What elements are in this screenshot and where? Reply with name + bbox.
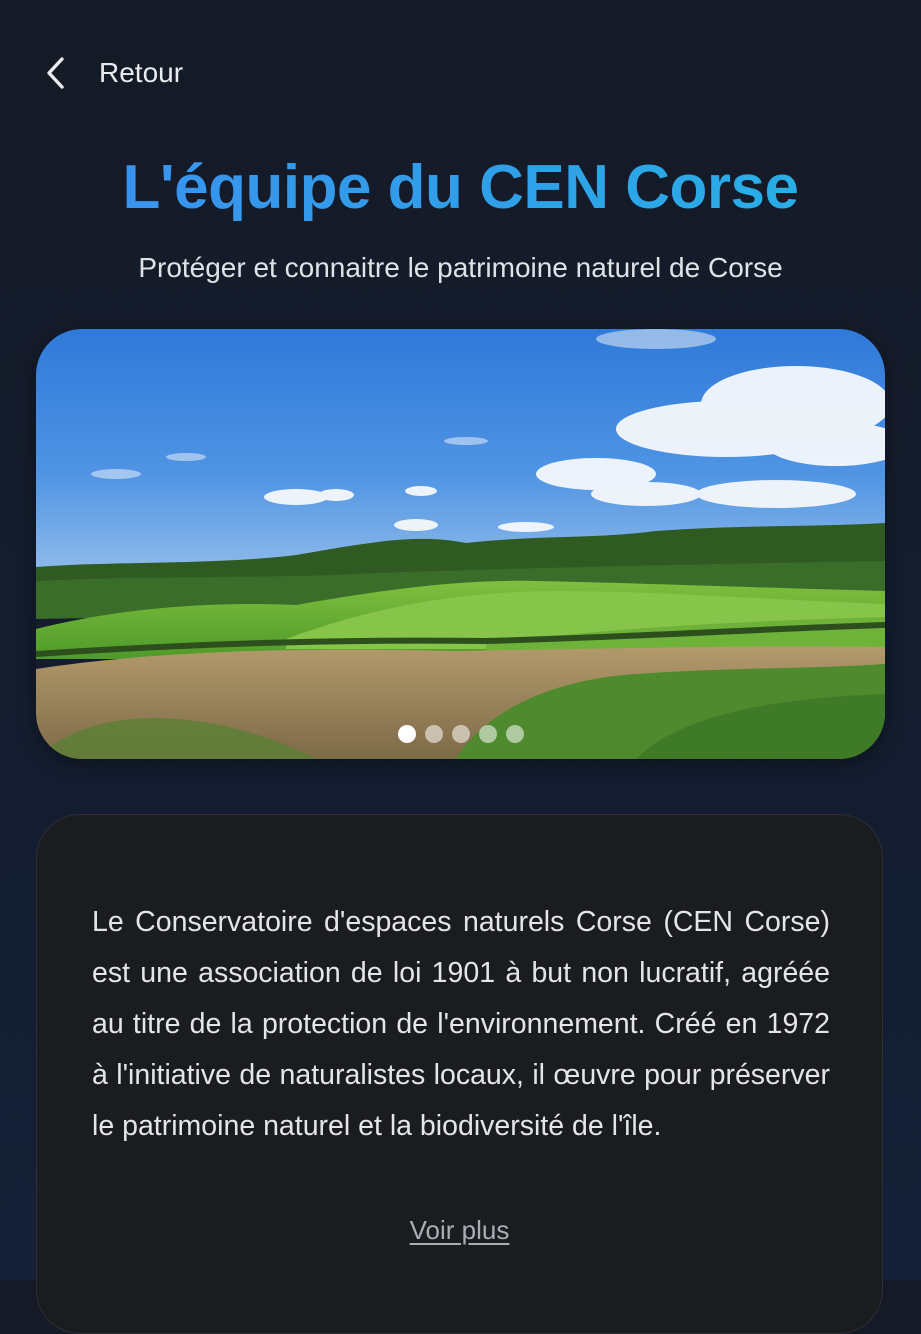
page-subtitle: Protéger et connaitre le patrimoine natu…: [138, 252, 783, 283]
landscape-image: [36, 329, 885, 759]
carousel-dot-1[interactable]: [397, 725, 416, 743]
carousel-pagination: [36, 725, 885, 743]
carousel-dot-5[interactable]: [505, 725, 524, 743]
back-label: Retour: [99, 57, 184, 88]
carousel-dot-4[interactable]: [478, 725, 497, 743]
chevron-left-icon: [44, 54, 70, 92]
page-title: L'équipe du CEN Corse: [0, 152, 921, 224]
carousel-dot-2[interactable]: [424, 725, 443, 743]
carousel-dot-3[interactable]: [451, 725, 470, 743]
about-text: Le Conservatoire d'espaces naturels Cors…: [92, 905, 830, 1142]
see-more-link[interactable]: Voir plus: [37, 1215, 882, 1246]
back-button[interactable]: Retour: [44, 52, 183, 94]
about-card: Le Conservatoire d'espaces naturels Cors…: [36, 814, 883, 1334]
image-carousel[interactable]: [36, 329, 885, 759]
